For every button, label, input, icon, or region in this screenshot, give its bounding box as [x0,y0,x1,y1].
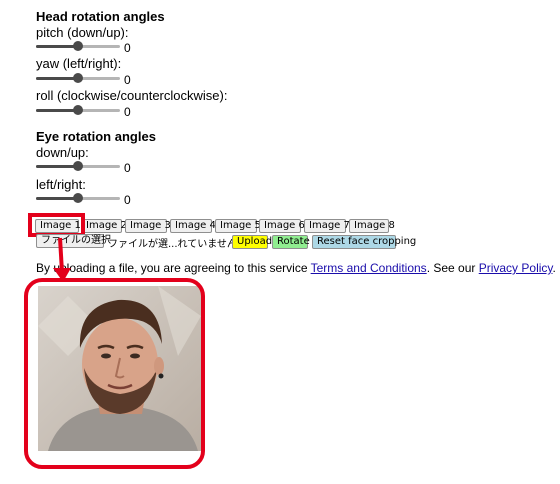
highlight-arrow [53,237,71,282]
